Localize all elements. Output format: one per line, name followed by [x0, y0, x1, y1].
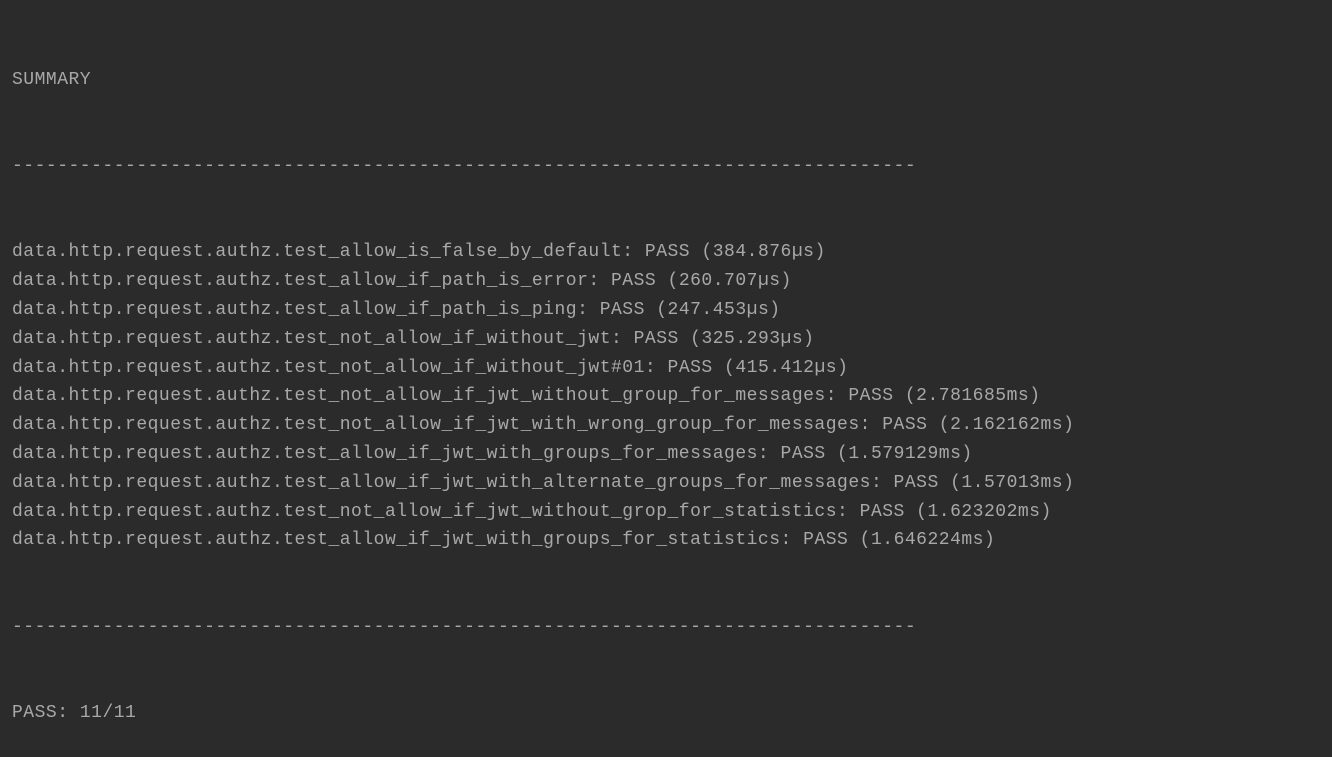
test-name: data.http.request.authz.test_allow_if_jw… — [12, 530, 781, 550]
test-result-line: data.http.request.authz.test_allow_is_fa… — [12, 238, 1320, 267]
test-name: data.http.request.authz.test_allow_if_pa… — [12, 271, 588, 291]
divider-bottom: ----------------------------------------… — [12, 613, 1320, 642]
test-result-line: data.http.request.authz.test_not_allow_i… — [12, 498, 1320, 527]
summary-total: 11 — [114, 703, 137, 723]
test-status: PASS — [781, 444, 826, 464]
test-status: PASS — [803, 530, 848, 550]
summary-header: SUMMARY — [12, 66, 1320, 95]
test-duration: 1.57013ms — [961, 473, 1063, 493]
test-name: data.http.request.authz.test_allow_if_jw… — [12, 473, 871, 493]
test-status: PASS — [894, 473, 939, 493]
test-result-line: data.http.request.authz.test_allow_if_pa… — [12, 267, 1320, 296]
terminal-output: SUMMARY --------------------------------… — [12, 8, 1320, 757]
test-results-list: data.http.request.authz.test_allow_is_fa… — [12, 238, 1320, 555]
test-result-line: data.http.request.authz.test_allow_if_pa… — [12, 296, 1320, 325]
test-status: PASS — [848, 386, 893, 406]
test-name: data.http.request.authz.test_not_allow_i… — [12, 386, 826, 406]
test-duration: 1.579129ms — [848, 444, 961, 464]
test-result-line: data.http.request.authz.test_allow_if_jw… — [12, 440, 1320, 469]
test-status: PASS — [882, 415, 927, 435]
summary-passed: 11 — [80, 703, 103, 723]
test-status: PASS — [645, 242, 690, 262]
test-duration: 2.162162ms — [950, 415, 1063, 435]
test-name: data.http.request.authz.test_not_allow_i… — [12, 329, 611, 349]
test-result-line: data.http.request.authz.test_not_allow_i… — [12, 325, 1320, 354]
test-name: data.http.request.authz.test_not_allow_i… — [12, 502, 837, 522]
test-name: data.http.request.authz.test_allow_if_pa… — [12, 300, 577, 320]
test-duration: 384.876µs — [713, 242, 815, 262]
test-duration: 247.453µs — [668, 300, 770, 320]
test-status: PASS — [611, 271, 656, 291]
test-duration: 2.781685ms — [916, 386, 1029, 406]
test-name: data.http.request.authz.test_not_allow_i… — [12, 415, 860, 435]
test-status: PASS — [860, 502, 905, 522]
test-duration: 415.412µs — [735, 358, 837, 378]
test-status: PASS — [668, 358, 713, 378]
test-duration: 325.293µs — [701, 329, 803, 349]
test-name: data.http.request.authz.test_allow_if_jw… — [12, 444, 758, 464]
summary-label: PASS — [12, 703, 57, 723]
test-result-line: data.http.request.authz.test_not_allow_i… — [12, 411, 1320, 440]
test-name: data.http.request.authz.test_not_allow_i… — [12, 358, 645, 378]
test-result-line: data.http.request.authz.test_not_allow_i… — [12, 382, 1320, 411]
test-status: PASS — [600, 300, 645, 320]
test-duration: 260.707µs — [679, 271, 781, 291]
test-status: PASS — [634, 329, 679, 349]
divider-top: ----------------------------------------… — [12, 152, 1320, 181]
test-name: data.http.request.authz.test_allow_is_fa… — [12, 242, 622, 262]
test-duration: 1.623202ms — [927, 502, 1040, 522]
test-result-line: data.http.request.authz.test_allow_if_jw… — [12, 526, 1320, 555]
test-duration: 1.646224ms — [871, 530, 984, 550]
summary-line: PASS: 11/11 — [12, 699, 1320, 728]
test-result-line: data.http.request.authz.test_not_allow_i… — [12, 354, 1320, 383]
test-result-line: data.http.request.authz.test_allow_if_jw… — [12, 469, 1320, 498]
